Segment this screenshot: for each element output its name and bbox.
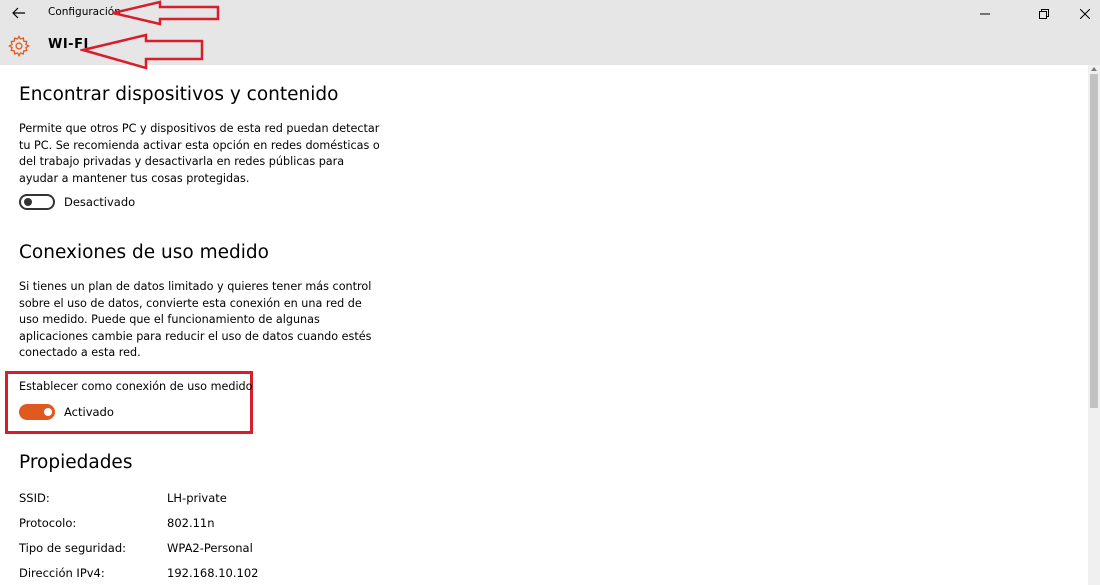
scroll-up-arrow-icon[interactable] bbox=[1090, 65, 1098, 73]
back-button[interactable] bbox=[6, 1, 32, 25]
toggle-knob bbox=[24, 198, 32, 206]
property-value-protocol: 802.11n bbox=[167, 516, 215, 530]
back-arrow-icon bbox=[12, 7, 25, 19]
close-button[interactable] bbox=[1062, 0, 1100, 27]
page-header: WI-FI bbox=[0, 27, 1100, 65]
property-key-ipv4: Dirección IPv4: bbox=[19, 566, 105, 580]
gear-icon bbox=[8, 35, 30, 57]
minimize-button[interactable] bbox=[962, 0, 1008, 27]
restore-button[interactable] bbox=[1021, 0, 1067, 27]
discover-description: Permite que otros PC y dispositivos de e… bbox=[19, 122, 380, 185]
property-value-ssid: LH-private bbox=[167, 491, 227, 505]
property-key-security: Tipo de seguridad: bbox=[19, 541, 126, 555]
section-title-properties: Propiedades bbox=[19, 452, 133, 473]
discover-toggle[interactable] bbox=[19, 194, 55, 210]
toggle-knob bbox=[44, 408, 52, 416]
settings-window: Configuración WI-FI Encontrar dispositiv… bbox=[0, 0, 1100, 585]
property-value-ipv4: 192.168.10.102 bbox=[167, 566, 259, 580]
page-title: WI-FI bbox=[48, 37, 89, 52]
section-title-discover: Encontrar dispositivos y contenido bbox=[19, 84, 339, 105]
restore-icon bbox=[1039, 8, 1049, 19]
metered-setting-label: Establecer como conexión de uso medido bbox=[19, 380, 253, 393]
app-title: Configuración bbox=[48, 6, 121, 18]
property-value-security: WPA2-Personal bbox=[167, 541, 253, 555]
title-bar: Configuración bbox=[0, 0, 1100, 27]
section-title-metered: Conexiones de uso medido bbox=[19, 242, 269, 263]
close-icon bbox=[1080, 8, 1090, 19]
metered-toggle[interactable] bbox=[19, 404, 55, 420]
discover-toggle-label: Desactivado bbox=[64, 195, 136, 209]
content-area: Encontrar dispositivos y contenido Permi… bbox=[0, 65, 1088, 585]
scrollbar-thumb[interactable] bbox=[1090, 74, 1098, 408]
property-key-protocol: Protocolo: bbox=[19, 516, 77, 530]
minimize-icon bbox=[980, 13, 990, 14]
metered-toggle-label: Activado bbox=[64, 405, 114, 419]
metered-description: Si tienes un plan de datos limitado y qu… bbox=[19, 280, 372, 359]
property-key-ssid: SSID: bbox=[19, 491, 50, 505]
